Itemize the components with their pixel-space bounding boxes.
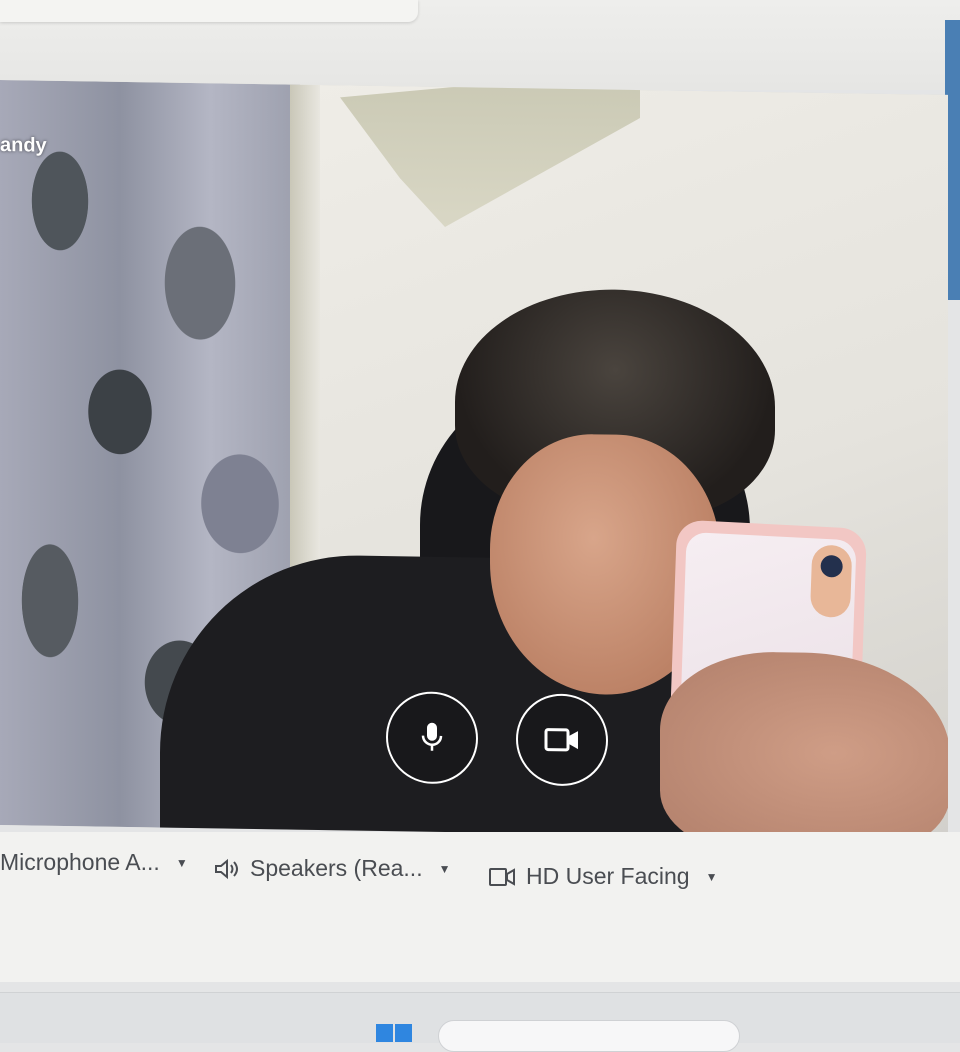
speakers-select[interactable]: Speakers (Rea... ▼ [214, 855, 450, 882]
chevron-down-icon: ▼ [438, 861, 451, 876]
video-camera-icon [489, 867, 515, 886]
toggle-microphone-button[interactable] [386, 691, 478, 785]
speakers-select-label: Speakers (Rea... [250, 855, 423, 881]
camera-select[interactable]: HD User Facing ▼ [488, 863, 718, 890]
chevron-down-icon: ▼ [705, 869, 718, 884]
speaker-icon [215, 858, 238, 879]
toggle-camera-button[interactable] [516, 693, 608, 787]
top-card [0, 0, 418, 22]
windows-logo-icon [376, 1024, 393, 1042]
taskbar-search[interactable] [438, 1020, 740, 1052]
microphone-select[interactable]: Microphone A... ▼ [0, 849, 188, 876]
microphone-icon [421, 722, 443, 751]
chevron-down-icon: ▼ [175, 855, 188, 870]
video-camera-icon [544, 728, 578, 752]
start-button[interactable] [376, 1024, 412, 1042]
video-preview: andy [0, 80, 948, 840]
camera-select-label: HD User Facing [526, 863, 690, 889]
phone-camera [809, 544, 853, 619]
microphone-select-label: Microphone A... [0, 849, 160, 875]
participant-name: andy [0, 134, 47, 157]
